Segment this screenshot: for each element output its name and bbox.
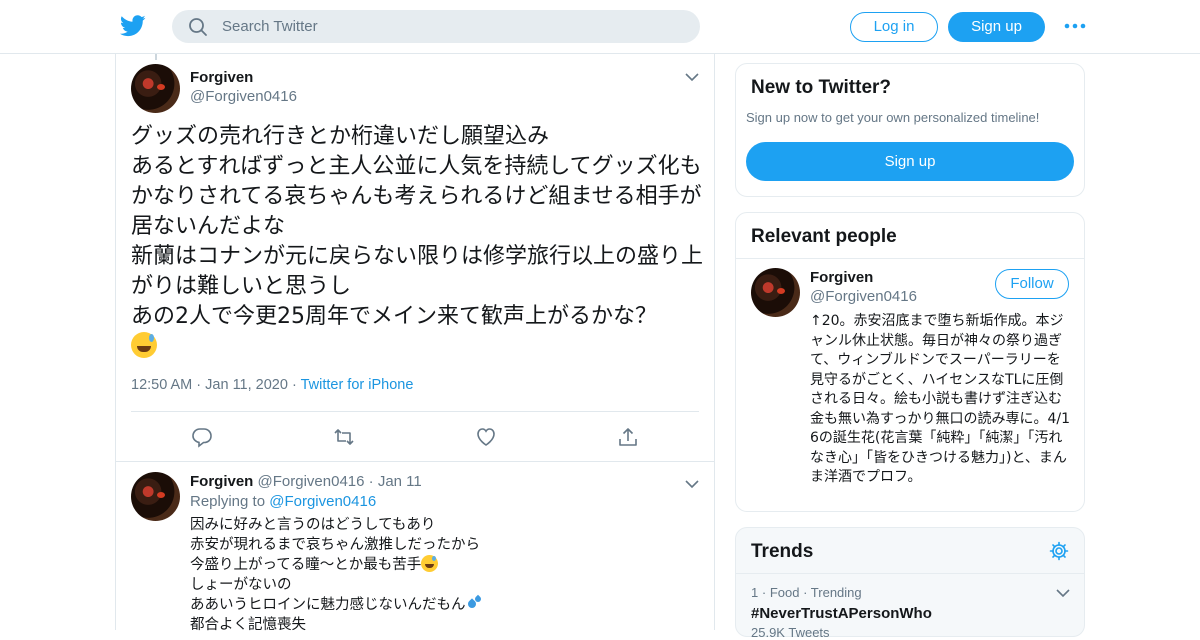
- reply-tweet[interactable]: Forgiven @Forgiven0416 · Jan 11 Replying…: [116, 463, 714, 633]
- follow-button[interactable]: Follow: [995, 269, 1069, 299]
- tweet-date[interactable]: Jan 11: [378, 473, 422, 490]
- person-bio: ↑20。赤安沼底まで堕ち新垢作成。本ジャンル休止状態。毎日が神々の祭り過ぎて、ウ…: [810, 313, 1070, 485]
- reply-line: 都合よく記憶喪失: [190, 617, 306, 633]
- trends-card: Trends 1 · Food · Trending #NeverTrustAP…: [735, 527, 1085, 640]
- avatar[interactable]: [131, 472, 180, 521]
- search-input[interactable]: [222, 10, 682, 43]
- retweet-icon[interactable]: [333, 426, 355, 448]
- trend-name[interactable]: #NeverTrustAPersonWho: [751, 605, 932, 622]
- reply-header: Forgiven @Forgiven0416 · Jan 11: [190, 473, 422, 490]
- tweet-author-name[interactable]: Forgiven: [190, 69, 253, 86]
- tweet-date[interactable]: Jan 11, 2020: [205, 377, 288, 393]
- meta-separator: ·: [368, 473, 378, 490]
- signup-button[interactable]: Sign up: [948, 12, 1045, 42]
- reply-icon[interactable]: [191, 426, 213, 448]
- card-title: Relevant people: [751, 226, 897, 247]
- avatar[interactable]: [751, 268, 800, 317]
- chevron-down-icon[interactable]: [685, 479, 699, 489]
- tweet-author-handle[interactable]: @Forgiven0416: [190, 88, 297, 105]
- tweet-emoji-line: [131, 332, 706, 362]
- gear-icon[interactable]: [1049, 541, 1069, 561]
- reply-line: しょーがないの: [190, 577, 292, 593]
- sidebar-signup-button[interactable]: Sign up: [746, 142, 1074, 181]
- tweet-author-handle[interactable]: @Forgiven0416: [258, 473, 365, 490]
- like-heart-icon[interactable]: [475, 426, 497, 448]
- person-handle[interactable]: @Forgiven0416: [810, 288, 917, 305]
- card-title: Trends: [751, 541, 814, 562]
- reply-line: 因みに好みと言うのはどうしてもあり: [190, 517, 436, 533]
- tweet-line: 新蘭はコナンが元に戻らない限りは修学旅行以上の盛り上がりは難しいと思うし: [131, 244, 704, 299]
- chevron-down-icon[interactable]: [685, 72, 699, 82]
- login-button[interactable]: Log in: [850, 12, 938, 42]
- divider: [736, 573, 1084, 574]
- grinning-sweat-emoji: [131, 332, 157, 358]
- card-subtitle: Sign up now to get your own personalized…: [746, 110, 1040, 125]
- meta-separator: ·: [291, 377, 301, 393]
- reply-line-with-emoji: 今盛り上がってる瞳〜とか最も苦手: [190, 555, 690, 575]
- tweet-text: グッズの売れ行きとか桁違いだし願望込み あるとすればずっと主人公並に人気を持続し…: [131, 122, 706, 362]
- replying-to: Replying to @Forgiven0416: [190, 493, 376, 510]
- trend-rank: 1: [751, 585, 759, 600]
- tweet-line: あの2人で今更25周年でメイン来て歓声上がるかな？: [131, 304, 657, 329]
- avatar[interactable]: [131, 64, 180, 113]
- search-icon: [189, 18, 207, 36]
- trend-status: Trending: [810, 585, 862, 600]
- search-box[interactable]: [172, 10, 700, 43]
- divider: [131, 411, 699, 412]
- reply-line: ああいうヒロインに魅力感じないんだもん: [190, 597, 466, 613]
- meta-separator: ·: [196, 377, 206, 393]
- tweet-line: グッズの売れ行きとか桁違いだし願望込み: [131, 124, 550, 149]
- sweat-droplets-emoji: [465, 594, 484, 611]
- trend-meta: 1 · Food · Trending: [751, 585, 862, 600]
- divider: [736, 258, 1084, 259]
- chevron-down-icon[interactable]: [1056, 588, 1070, 598]
- reply-text: 因みに好みと言うのはどうしてもあり 赤安が現れるまで哀ちゃん激推しだったから 今…: [190, 515, 690, 635]
- new-to-twitter-card: New to Twitter? Sign up now to get your …: [735, 63, 1085, 197]
- tweet-author-name[interactable]: Forgiven: [190, 473, 253, 490]
- tweet-source-link[interactable]: Twitter for iPhone: [301, 377, 414, 393]
- replying-to-handle[interactable]: @Forgiven0416: [269, 493, 376, 510]
- reply-line-with-emoji: ああいうヒロインに魅力感じないんだもん: [190, 594, 690, 615]
- meta-separator: ·: [761, 585, 770, 600]
- main-tweet: Forgiven @Forgiven0416 グッズの売れ行きとか桁違いだし願望…: [116, 54, 714, 462]
- person-name[interactable]: Forgiven: [810, 269, 873, 286]
- reply-line: 赤安が現れるまで哀ちゃん激推しだったから: [190, 537, 480, 553]
- trend-category: Food: [769, 585, 800, 600]
- card-title: New to Twitter?: [751, 77, 892, 98]
- tweet-timestamp: 12:50 AM · Jan 11, 2020 · Twitter for iP…: [131, 377, 413, 393]
- tweet-line: あるとすればずっと主人公並に人気を持続してグッズ化もかなりされてる哀ちゃんも考え…: [131, 154, 702, 239]
- share-icon[interactable]: [617, 426, 639, 448]
- more-dots-icon[interactable]: [1064, 22, 1086, 30]
- twitter-bird-icon[interactable]: [120, 14, 146, 38]
- reply-line: 今盛り上がってる瞳〜とか最も苦手: [190, 557, 422, 573]
- tweet-thread: Forgiven @Forgiven0416 グッズの売れ行きとか桁違いだし願望…: [115, 54, 715, 633]
- trend-tweet-count: 25.9K Tweets: [751, 625, 830, 640]
- replying-to-label: Replying to: [190, 493, 266, 510]
- top-navigation-bar: Log in Sign up: [0, 0, 1200, 54]
- tweet-time[interactable]: 12:50 AM: [131, 377, 192, 393]
- relevant-people-card: Relevant people Forgiven @Forgiven0416 F…: [735, 212, 1085, 512]
- grinning-sweat-emoji: [421, 555, 439, 572]
- meta-separator: ·: [803, 585, 811, 600]
